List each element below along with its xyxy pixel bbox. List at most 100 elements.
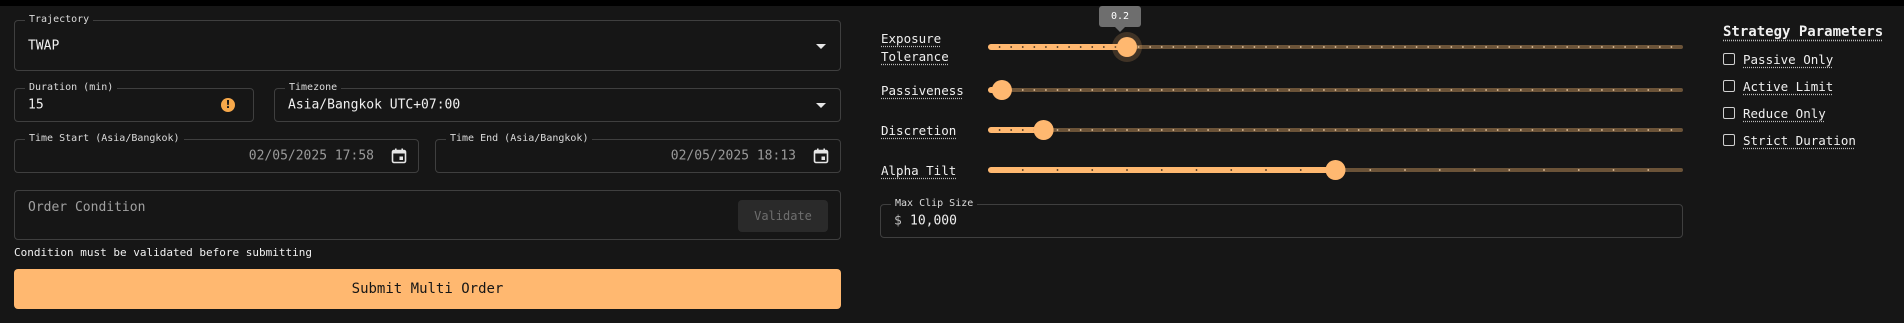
slider-tick bbox=[1184, 46, 1186, 48]
slider-tick bbox=[1253, 129, 1256, 131]
slider-tick bbox=[1589, 46, 1592, 48]
slider-tick bbox=[1230, 169, 1233, 171]
slider-tick bbox=[1647, 46, 1650, 48]
slider-tick bbox=[1647, 169, 1650, 171]
slider-tick bbox=[1334, 46, 1337, 48]
slider-tick bbox=[1241, 46, 1244, 48]
slider-tick bbox=[1450, 46, 1453, 48]
slider-track-svg[interactable] bbox=[988, 118, 1683, 142]
time-start-input[interactable]: Time Start (Asia/Bangkok) 02/05/2025 17:… bbox=[14, 132, 419, 173]
slider-tick bbox=[1473, 129, 1476, 131]
slider-tick bbox=[1056, 129, 1059, 131]
slider-tick bbox=[1091, 89, 1094, 91]
slider-track-svg[interactable] bbox=[988, 158, 1683, 182]
slider-tick bbox=[1635, 129, 1638, 131]
checkbox-icon[interactable] bbox=[1723, 107, 1735, 119]
slider-tick bbox=[1323, 129, 1325, 131]
slider-tick bbox=[1380, 46, 1383, 48]
alpha-tilt-label: Alpha Tilt bbox=[881, 163, 957, 178]
slider-tick bbox=[1577, 46, 1580, 48]
calendar-icon[interactable] bbox=[390, 147, 408, 165]
slider-tick bbox=[1369, 46, 1372, 48]
validation-hint: Condition must be validated before submi… bbox=[14, 246, 313, 259]
slider-tick bbox=[1149, 46, 1152, 48]
slider-thumb[interactable] bbox=[1325, 160, 1346, 180]
alpha-tilt-slider[interactable] bbox=[988, 158, 1683, 182]
validate-button[interactable]: Validate bbox=[738, 200, 828, 232]
checkbox-icon[interactable] bbox=[1723, 134, 1735, 146]
slider-tick bbox=[1160, 129, 1163, 131]
slider-track-svg[interactable] bbox=[988, 32, 1683, 62]
timezone-select[interactable]: Timezone Asia/Bangkok UTC+07:00 bbox=[274, 81, 841, 122]
slider-tick bbox=[1195, 129, 1198, 131]
slider-tick bbox=[1404, 46, 1406, 48]
slider-tick bbox=[1021, 129, 1024, 131]
slider-tick bbox=[1658, 129, 1661, 131]
passiveness-label: Passiveness bbox=[881, 83, 964, 98]
max-clip-size-value: 10,000 bbox=[910, 213, 957, 229]
slider-tick bbox=[1299, 169, 1302, 171]
slider-tick bbox=[1404, 169, 1406, 171]
active-limit-checkbox[interactable]: Active Limit bbox=[1723, 77, 1833, 95]
checkbox-icon[interactable] bbox=[1723, 53, 1735, 65]
trajectory-value: TWAP bbox=[28, 38, 60, 53]
slider-tick bbox=[1635, 89, 1638, 91]
strategy-parameters-title: Strategy Parameters bbox=[1723, 24, 1884, 40]
slider-tick bbox=[1601, 46, 1603, 48]
slider-tick bbox=[1126, 89, 1128, 91]
discretion-slider[interactable] bbox=[988, 118, 1683, 142]
slider-tick bbox=[998, 129, 1001, 131]
duration-input[interactable]: Duration (min) 15 ! bbox=[14, 81, 254, 122]
slider-tick bbox=[1137, 129, 1140, 131]
slider-thumb[interactable] bbox=[1033, 120, 1054, 140]
calendar-icon[interactable] bbox=[812, 147, 830, 165]
slider-tick bbox=[1357, 46, 1360, 48]
submit-multi-order-button[interactable]: Submit Multi Order bbox=[14, 269, 841, 309]
slider-tick bbox=[1369, 89, 1372, 91]
max-clip-size-input[interactable]: Max Clip Size $ 10,000 bbox=[880, 197, 1683, 238]
slider-tick bbox=[1265, 46, 1267, 48]
slider-thumb[interactable] bbox=[991, 80, 1012, 100]
exposure-tolerance-slider[interactable] bbox=[988, 32, 1683, 62]
slider-tick bbox=[1184, 129, 1186, 131]
slider-tick bbox=[1577, 129, 1580, 131]
trajectory-select[interactable]: Trajectory TWAP bbox=[14, 13, 841, 71]
slider-tick bbox=[1207, 46, 1209, 48]
slider-tick bbox=[1253, 46, 1256, 48]
slider-tick bbox=[1299, 89, 1302, 91]
slider-tick bbox=[1519, 46, 1522, 48]
slider-tick bbox=[1508, 129, 1511, 131]
timezone-value: Asia/Bangkok UTC+07:00 bbox=[288, 97, 461, 113]
slider-thumb[interactable] bbox=[1117, 37, 1137, 57]
slider-tick bbox=[1670, 89, 1673, 91]
slider-tick bbox=[1566, 46, 1569, 48]
time-end-input[interactable]: Time End (Asia/Bangkok) 02/05/2025 18:13 bbox=[435, 132, 841, 173]
slider-tick bbox=[1323, 46, 1325, 48]
slider-tick bbox=[998, 46, 1001, 48]
strict-duration-checkbox[interactable]: Strict Duration bbox=[1723, 131, 1856, 149]
slider-tick bbox=[1334, 129, 1337, 131]
slider-tick bbox=[1438, 169, 1441, 171]
slider-tick bbox=[1323, 89, 1325, 91]
slider-tick bbox=[1462, 46, 1464, 48]
slider-tick bbox=[1601, 89, 1603, 91]
reduce-only-checkbox[interactable]: Reduce Only bbox=[1723, 104, 1826, 122]
slider-tick bbox=[1311, 129, 1314, 131]
passiveness-slider[interactable] bbox=[988, 78, 1683, 102]
order-condition-input[interactable]: Order Condition Validate bbox=[14, 190, 841, 240]
passive-only-checkbox[interactable]: Passive Only bbox=[1723, 50, 1833, 68]
slider-tick bbox=[1635, 46, 1638, 48]
checkbox-icon[interactable] bbox=[1723, 80, 1735, 92]
slider-tick bbox=[1415, 46, 1418, 48]
slider-tick bbox=[1079, 89, 1082, 91]
slider-tick bbox=[1612, 89, 1615, 91]
slider-tick bbox=[1380, 129, 1383, 131]
slider-tick bbox=[1160, 89, 1163, 91]
slider-tick bbox=[1415, 89, 1418, 91]
slider-tick bbox=[1427, 89, 1430, 91]
slider-track-svg[interactable] bbox=[988, 78, 1683, 102]
slider-tick bbox=[1462, 129, 1464, 131]
slider-tick bbox=[1346, 129, 1348, 131]
slider-tick bbox=[1589, 129, 1592, 131]
slider-tick bbox=[1624, 46, 1626, 48]
